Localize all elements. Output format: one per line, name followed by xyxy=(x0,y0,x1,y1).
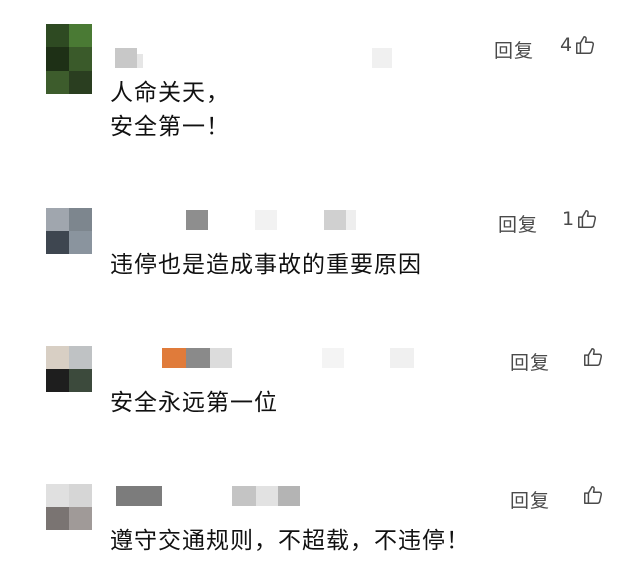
reply-button[interactable]: 回复 xyxy=(510,348,550,375)
reply-button[interactable]: 回复 xyxy=(498,210,538,237)
comment-text: 安全永远第一位 xyxy=(110,390,278,416)
thumbs-up-icon xyxy=(584,348,603,366)
like-button[interactable]: 4 xyxy=(560,34,596,56)
username-mosaic[interactable] xyxy=(110,48,410,68)
username-mosaic[interactable] xyxy=(110,210,390,230)
thumbs-up-icon xyxy=(578,210,597,228)
like-count: 1 xyxy=(562,208,575,230)
username-mosaic[interactable] xyxy=(110,348,420,368)
like-button[interactable]: 1 xyxy=(562,208,598,230)
comment-text: 人命关天， 安全第一！ xyxy=(110,80,230,140)
comment-text: 违停也是造成事故的重要原因 xyxy=(110,252,422,278)
avatar[interactable] xyxy=(46,484,92,530)
avatar[interactable] xyxy=(46,24,92,94)
thumbs-up-icon xyxy=(584,486,603,504)
avatar[interactable] xyxy=(46,208,92,254)
avatar[interactable] xyxy=(46,346,92,392)
thumbs-up-icon xyxy=(576,36,595,54)
reply-button[interactable]: 回复 xyxy=(510,486,550,513)
username-mosaic[interactable] xyxy=(110,486,310,506)
reply-button[interactable]: 回复 xyxy=(494,36,534,63)
comment-text: 遵守交通规则，不超载，不违停！ xyxy=(110,528,470,554)
like-button[interactable] xyxy=(580,346,604,368)
like-button[interactable] xyxy=(580,484,604,506)
like-count: 4 xyxy=(560,34,573,56)
